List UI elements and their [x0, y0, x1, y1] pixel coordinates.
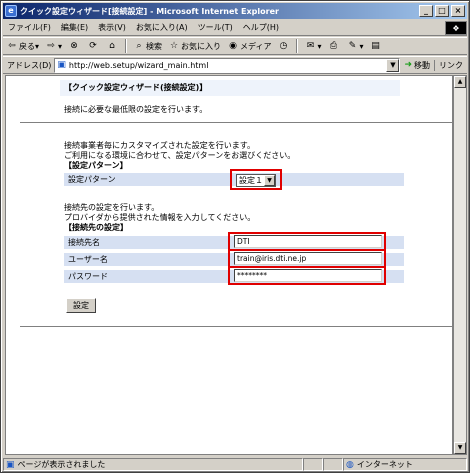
address-label: アドレス(D) — [7, 60, 52, 70]
media-icon: ◉ — [229, 41, 237, 51]
mail-icon: ✉ — [306, 41, 315, 51]
page-content: 【クイック設定ウィザード(接続設定)】 接続に必要な最低限の設定を行います。 接… — [5, 75, 453, 455]
home-button[interactable]: ⌂ — [103, 40, 122, 52]
menu-help[interactable]: ヘルプ(H) — [238, 22, 284, 33]
media-label: メディア — [240, 41, 272, 51]
favorites-label: お気に入り — [181, 41, 222, 51]
forward-dropdown-icon[interactable]: ▾ — [58, 42, 62, 51]
status-panel — [323, 458, 343, 471]
back-dropdown-icon[interactable]: ▾ — [35, 42, 39, 51]
maximize-button[interactable]: □ — [435, 5, 449, 17]
refresh-button[interactable]: ⟳ — [84, 40, 103, 52]
minimize-button[interactable]: _ — [419, 5, 433, 17]
windows-logo-icon: ❖ — [445, 20, 467, 35]
status-message: ▣ ページが表示されました — [3, 458, 303, 471]
history-icon: ◷ — [279, 41, 288, 51]
password-label: パスワード — [68, 272, 108, 281]
back-label: 戻る — [19, 41, 35, 51]
forward-button[interactable]: ⇨ ▾ — [42, 40, 65, 52]
discuss-button[interactable]: ▤ — [367, 40, 386, 52]
intro-text: 接続に必要な最低限の設定を行います。 — [64, 105, 208, 114]
pattern-selected-value: 設定１ — [239, 176, 263, 185]
menu-favorites[interactable]: お気に入り(A) — [131, 22, 193, 33]
toolbar: ⇦ 戻る ▾ ⇨ ▾ ⊗ ⟳ ⌂ ⌕ 検索 ☆ お気に入り ◉ メディア ◷ ✉… — [3, 37, 467, 55]
browser-window: e クイック設定ウィザード[接続設定] - Microsoft Internet… — [0, 0, 470, 473]
connection-name-label: 接続先名 — [68, 238, 100, 247]
address-dropdown-icon[interactable]: ▼ — [386, 58, 400, 72]
title-bar[interactable]: e クイック設定ウィザード[接続設定] - Microsoft Internet… — [3, 3, 467, 19]
go-arrow-icon: ➜ — [404, 60, 412, 70]
forward-arrow-icon: ⇨ — [47, 41, 55, 51]
scroll-up-icon[interactable]: ▲ — [454, 76, 466, 88]
menu-bar: ファイル(F) 編集(E) 表示(V) お気に入り(A) ツール(T) ヘルプ(… — [3, 20, 467, 36]
divider-bottom — [20, 326, 452, 327]
chevron-down-icon[interactable]: ▼ — [264, 175, 275, 186]
username-label: ユーザー名 — [68, 255, 108, 264]
media-button[interactable]: ◉ メディア — [224, 40, 274, 52]
edit-button[interactable]: ✎ ▾ — [344, 40, 367, 52]
password-input[interactable]: ******** — [234, 269, 382, 282]
favorites-button[interactable]: ☆ お気に入り — [165, 40, 224, 52]
stop-icon: ⊗ — [70, 41, 78, 51]
globe-icon: ◍ — [346, 459, 354, 470]
page-done-icon: ▣ — [6, 459, 15, 470]
refresh-icon: ⟳ — [89, 41, 97, 51]
vertical-scrollbar[interactable]: ▲ ▼ — [453, 75, 467, 455]
favorites-icon: ☆ — [169, 41, 179, 51]
divider-top — [20, 122, 452, 123]
pattern-label: 設定パターン — [68, 175, 116, 184]
destination-section-heading: 【接続先の設定】 — [64, 223, 128, 232]
page-icon: ▣ — [57, 60, 66, 70]
stop-button[interactable]: ⊗ — [65, 40, 84, 52]
pattern-select[interactable]: 設定１ ▼ — [236, 174, 276, 187]
address-url: http://web.setup/wizard_main.html — [68, 60, 209, 70]
edit-page-icon: ✎ — [348, 41, 357, 51]
search-label: 検索 — [146, 41, 163, 51]
scroll-down-icon[interactable]: ▼ — [454, 442, 466, 454]
submit-button[interactable]: 設定 — [66, 298, 96, 313]
toolbar-separator — [296, 39, 299, 53]
back-button[interactable]: ⇦ 戻る ▾ — [3, 40, 42, 52]
status-panel — [303, 458, 323, 471]
edit-dropdown-icon[interactable]: ▾ — [360, 42, 364, 51]
print-icon: ⎙ — [329, 41, 338, 51]
close-button[interactable]: × — [451, 5, 465, 17]
pattern-section-heading: 【設定パターン】 — [64, 161, 128, 170]
search-button[interactable]: ⌕ 検索 — [130, 40, 165, 52]
connection-name-input[interactable]: DTI — [234, 235, 382, 248]
back-arrow-icon: ⇦ — [8, 41, 16, 51]
history-button[interactable]: ◷ — [274, 40, 293, 52]
security-zone: ◍ インターネット — [343, 458, 467, 471]
ie-icon: e — [5, 5, 17, 17]
mail-button[interactable]: ✉ ▾ — [301, 40, 324, 52]
address-input[interactable]: ▣ http://web.setup/wizard_main.html ▼ — [54, 57, 401, 73]
discuss-icon: ▤ — [371, 41, 380, 51]
address-bar: アドレス(D) ▣ http://web.setup/wizard_main.h… — [3, 56, 467, 74]
search-icon: ⌕ — [136, 41, 142, 51]
status-text: ページが表示されました — [17, 460, 106, 469]
zone-text: インターネット — [356, 460, 413, 469]
mail-dropdown-icon[interactable]: ▾ — [317, 42, 321, 51]
menu-edit[interactable]: 編集(E) — [56, 22, 93, 33]
go-label: 移動 — [414, 60, 430, 70]
home-icon: ⌂ — [109, 41, 115, 51]
status-bar: ▣ ページが表示されました ◍ インターネット — [3, 457, 467, 472]
username-input[interactable]: train@iris.dti.ne.jp — [234, 252, 382, 265]
menu-view[interactable]: 表示(V) — [93, 22, 131, 33]
links-button[interactable]: リンク — [434, 59, 467, 71]
go-button[interactable]: ➜ 移動 — [400, 60, 434, 71]
menu-file[interactable]: ファイル(F) — [3, 22, 56, 33]
print-button[interactable]: ⎙ — [325, 40, 344, 52]
wizard-title: 【クイック設定ウィザード(接続設定)】 — [60, 80, 400, 96]
menu-tools[interactable]: ツール(T) — [193, 22, 238, 33]
window-title: クイック設定ウィザード[接続設定] - Microsoft Internet E… — [20, 6, 279, 16]
toolbar-separator — [125, 39, 128, 53]
